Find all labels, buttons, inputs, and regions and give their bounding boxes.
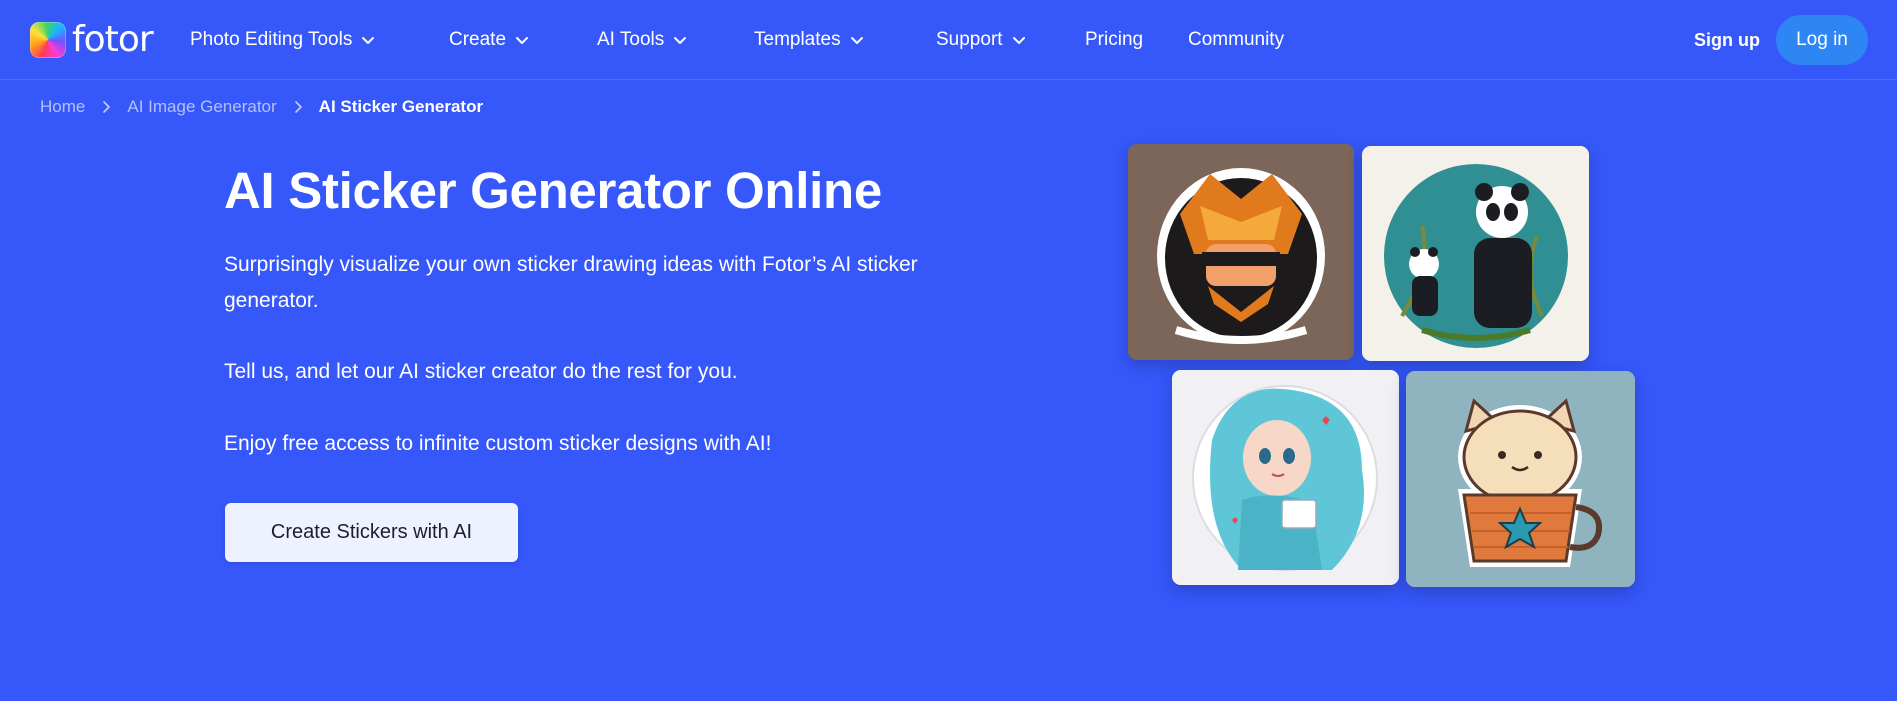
sticker-samurai-image	[1128, 144, 1354, 360]
chevron-down-icon	[850, 37, 863, 44]
fotor-logo[interactable]: fotor	[30, 19, 154, 60]
create-stickers-button[interactable]: Create Stickers with AI	[225, 503, 518, 562]
page-title: AI Sticker Generator Online	[224, 162, 882, 219]
nav-label: Create	[449, 29, 507, 50]
hero-paragraph-3: Enjoy free access to infinite custom sti…	[224, 432, 772, 455]
cat-cup-sticker-illustration	[1406, 371, 1635, 587]
nav-create[interactable]: Create	[449, 26, 530, 54]
nav-community[interactable]: Community	[1188, 26, 1284, 54]
sticker-anime-girl-image	[1172, 370, 1399, 585]
site-header: fotor Photo Editing Tools Create AI Tool…	[0, 0, 1897, 80]
nav-photo-editing-tools[interactable]: Photo Editing Tools	[190, 26, 376, 54]
chevron-down-icon	[362, 37, 375, 44]
breadcrumb-home[interactable]: Home	[40, 97, 85, 117]
nav-templates[interactable]: Templates	[754, 26, 865, 54]
breadcrumb-ai-image-generator[interactable]: AI Image Generator	[127, 97, 276, 117]
log-in-button[interactable]: Log in	[1776, 15, 1868, 65]
hero-paragraph-1: Surprisingly visualize your own sticker …	[224, 253, 918, 312]
breadcrumb-current: AI Sticker Generator	[318, 97, 484, 116]
hero-paragraph-2: Tell us, and let our AI sticker creator …	[224, 360, 738, 383]
chevron-down-icon	[674, 37, 687, 44]
breadcrumb: Home AI Image Generator AI Sticker Gener…	[40, 96, 483, 118]
nav-label: Pricing	[1085, 29, 1144, 50]
logo-text: fotor	[72, 19, 154, 60]
chevron-right-icon	[294, 101, 302, 113]
sign-up-link[interactable]: Sign up	[1694, 26, 1760, 54]
nav-support[interactable]: Support	[936, 26, 1027, 54]
samurai-sticker-illustration	[1128, 144, 1354, 360]
fotor-logo-icon	[30, 22, 66, 58]
chevron-down-icon	[1012, 37, 1025, 44]
nav-label: Templates	[754, 29, 841, 50]
nav-label: Support	[936, 29, 1003, 50]
nav-label: Community	[1188, 29, 1285, 50]
nav-label: AI Tools	[597, 29, 665, 50]
nav-label: Photo Editing Tools	[190, 29, 353, 50]
nav-ai-tools[interactable]: AI Tools	[597, 26, 688, 54]
sticker-cat-cup-image	[1406, 371, 1635, 587]
chevron-right-icon	[103, 101, 111, 113]
sticker-panda-image	[1362, 146, 1589, 361]
chevron-down-icon	[516, 37, 529, 44]
nav-pricing[interactable]: Pricing	[1085, 26, 1143, 54]
anime-girl-sticker-illustration	[1172, 370, 1399, 585]
panda-sticker-illustration	[1362, 146, 1589, 361]
